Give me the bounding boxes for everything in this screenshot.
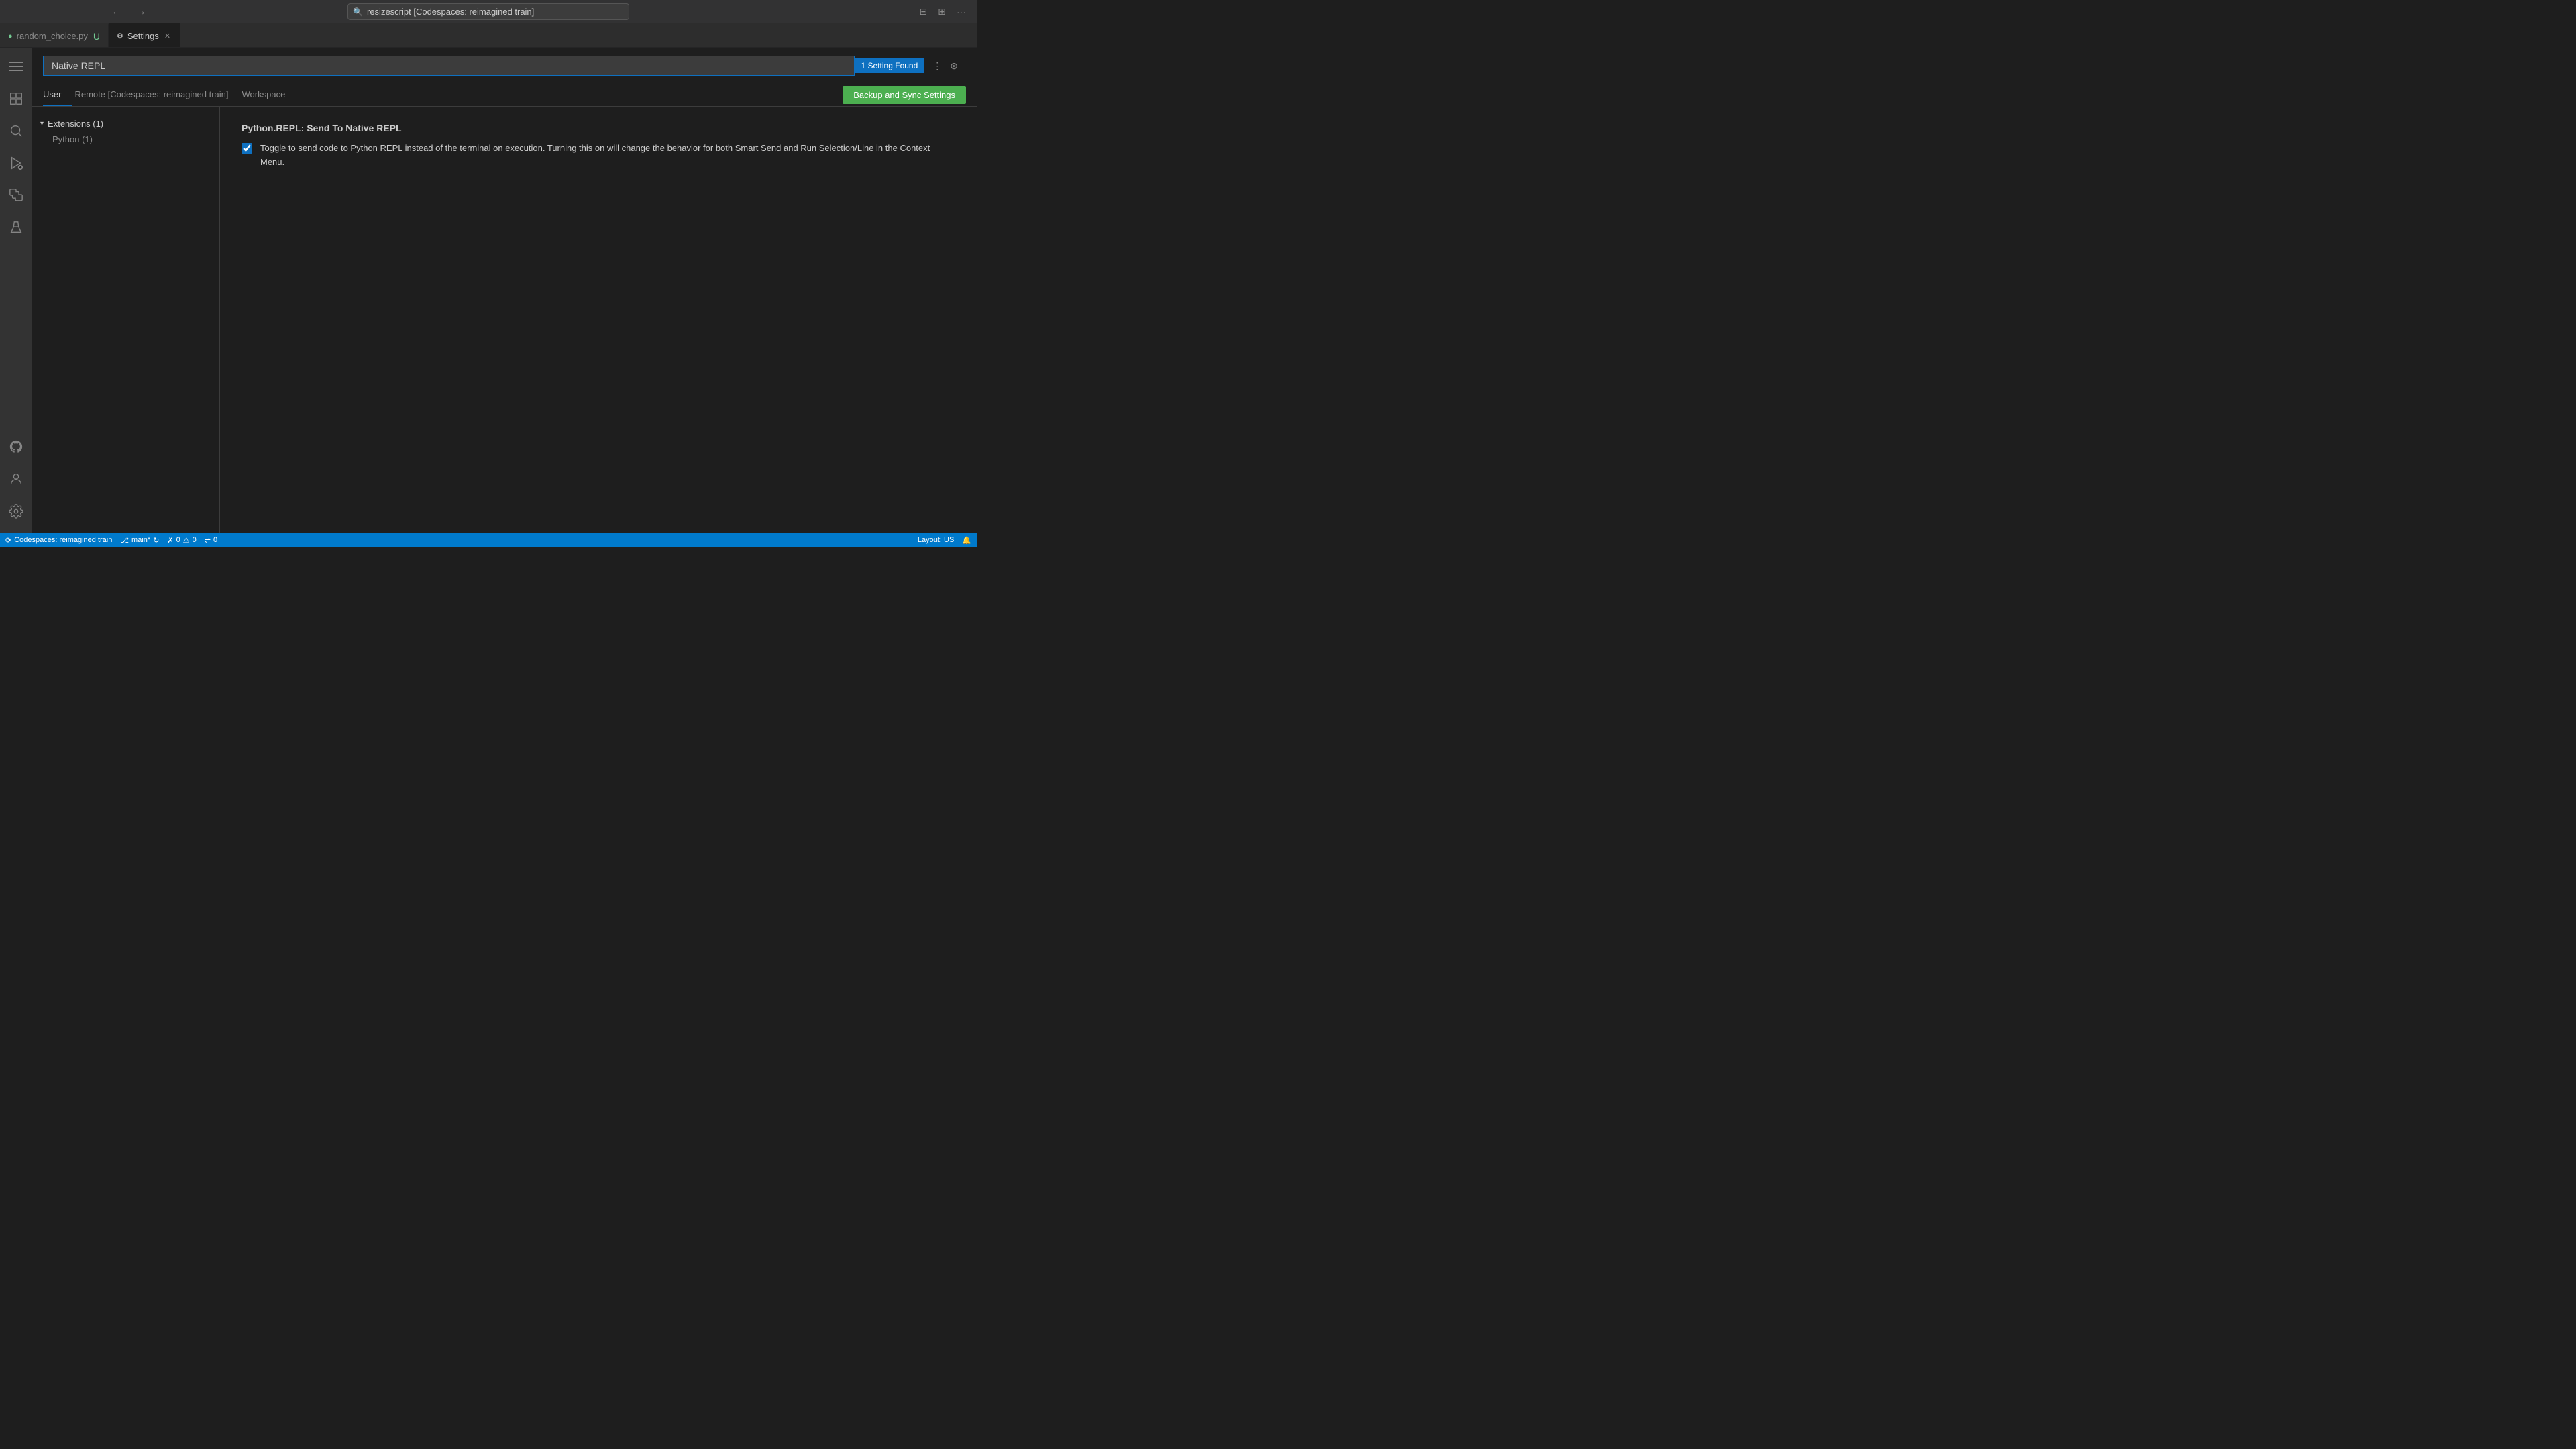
forward-button[interactable]: →: [131, 3, 150, 21]
title-bar-nav: ← →: [107, 3, 150, 21]
status-warning-count: 0: [193, 536, 197, 544]
activity-bar: [0, 48, 32, 533]
tab-close-button[interactable]: ✕: [163, 30, 172, 42]
settings-tabs: User Remote [Codespaces: reimagined trai…: [32, 84, 977, 107]
warning-icon: ⚠: [183, 536, 190, 545]
activity-bar-run[interactable]: [0, 147, 32, 179]
status-branch-label: main*: [131, 536, 150, 544]
settings-search-bar: 1 Setting Found ⋮ ⊗: [32, 48, 977, 84]
layout-icon[interactable]: ⊟: [917, 3, 930, 20]
more-actions-icon[interactable]: ···: [954, 3, 969, 20]
backup-sync-button[interactable]: Backup and Sync Settings: [843, 86, 966, 104]
tab-label: random_choice.py: [17, 31, 88, 41]
tab-unsaved-indicator: U: [93, 31, 100, 42]
tab-workspace[interactable]: Workspace: [242, 84, 297, 106]
settings-content: Python.REPL: Send To Native REPL Toggle …: [220, 107, 977, 533]
bell-icon: 🔔: [962, 536, 971, 545]
error-icon: ✗: [167, 536, 173, 545]
tab-settings[interactable]: ⚙ Settings ✕: [109, 23, 180, 47]
sync-icon: ↻: [153, 536, 159, 545]
settings-sidebar: ▾ Extensions (1) Python (1): [32, 107, 220, 533]
activity-bar-github[interactable]: [0, 431, 32, 463]
status-branch[interactable]: ⎇ main* ↻: [120, 536, 159, 545]
setting-checkbox[interactable]: [241, 143, 252, 154]
activity-bar-account[interactable]: [0, 463, 32, 495]
settings-area: 1 Setting Found ⋮ ⊗ User Remote [Codespa…: [32, 48, 977, 533]
activity-bar-bottom: [0, 431, 32, 533]
tab-bar: ● random_choice.py U ⚙ Settings ✕: [0, 23, 977, 48]
status-error-count: 0: [176, 536, 180, 544]
status-bar: ⟳ Codespaces: reimagined train ⎇ main* ↻…: [0, 533, 977, 547]
status-right: Layout: US 🔔: [918, 536, 971, 545]
activity-bar-gear[interactable]: [0, 495, 32, 527]
activity-bar-explorer[interactable]: [0, 83, 32, 115]
clear-filter-icon[interactable]: ⊗: [947, 58, 961, 74]
filter-icon[interactable]: ⋮: [930, 58, 945, 74]
branch-icon: ⎇: [120, 536, 129, 545]
tab-settings-icon: ⚙: [117, 32, 123, 40]
status-remote-label: Codespaces: reimagined train: [14, 536, 112, 544]
tab-file-icon: ●: [8, 32, 13, 40]
settings-search-input[interactable]: [43, 56, 855, 76]
tab-random-choice[interactable]: ● random_choice.py U: [0, 23, 109, 47]
tab-settings-label: Settings: [127, 31, 159, 41]
status-ports[interactable]: ⇌ 0: [205, 536, 217, 545]
title-bar: ← → 🔍 ⊟ ⊞ ···: [0, 0, 977, 23]
activity-bar-extensions[interactable]: [0, 179, 32, 211]
sidebar-group-extensions-header[interactable]: ▾ Extensions (1): [32, 116, 219, 131]
title-search-icon: 🔍: [353, 7, 363, 17]
ports-icon: ⇌: [205, 536, 211, 545]
settings-found-badge: 1 Setting Found: [855, 58, 925, 73]
setting-title: Python.REPL: Send To Native REPL: [241, 123, 955, 133]
back-button[interactable]: ←: [107, 3, 126, 21]
activity-bar-search[interactable]: [0, 115, 32, 147]
tab-remote[interactable]: Remote [Codespaces: reimagined train]: [74, 84, 239, 106]
split-editor-icon[interactable]: ⊞: [935, 3, 949, 20]
status-bell[interactable]: 🔔: [962, 536, 971, 545]
status-ports-count: 0: [213, 536, 217, 544]
settings-search-icons: ⋮ ⊗: [924, 58, 966, 74]
status-errors[interactable]: ✗ 0 ⚠ 0: [167, 536, 196, 545]
sidebar-group-extensions-label: Extensions (1): [48, 119, 103, 129]
settings-body: ▾ Extensions (1) Python (1) Python.REPL:…: [32, 107, 977, 533]
tab-user[interactable]: User: [43, 84, 72, 106]
status-remote[interactable]: ⟳ Codespaces: reimagined train: [5, 536, 112, 545]
main-layout: 1 Setting Found ⋮ ⊗ User Remote [Codespa…: [0, 48, 977, 533]
sidebar-group-extensions: ▾ Extensions (1) Python (1): [32, 115, 219, 148]
chevron-down-icon: ▾: [40, 120, 44, 127]
sidebar-child-python[interactable]: Python (1): [32, 131, 219, 147]
title-search-wrap: 🔍: [347, 3, 629, 20]
remote-icon: ⟳: [5, 536, 11, 545]
activity-bar-testing[interactable]: [0, 211, 32, 244]
activity-bar-hamburger[interactable]: [0, 50, 32, 83]
status-layout[interactable]: Layout: US: [918, 536, 954, 545]
setting-description: Toggle to send code to Python REPL inste…: [260, 142, 955, 170]
title-search-input[interactable]: [347, 3, 629, 20]
setting-item: Toggle to send code to Python REPL inste…: [241, 142, 955, 170]
title-bar-actions: ⊟ ⊞ ···: [917, 3, 969, 20]
